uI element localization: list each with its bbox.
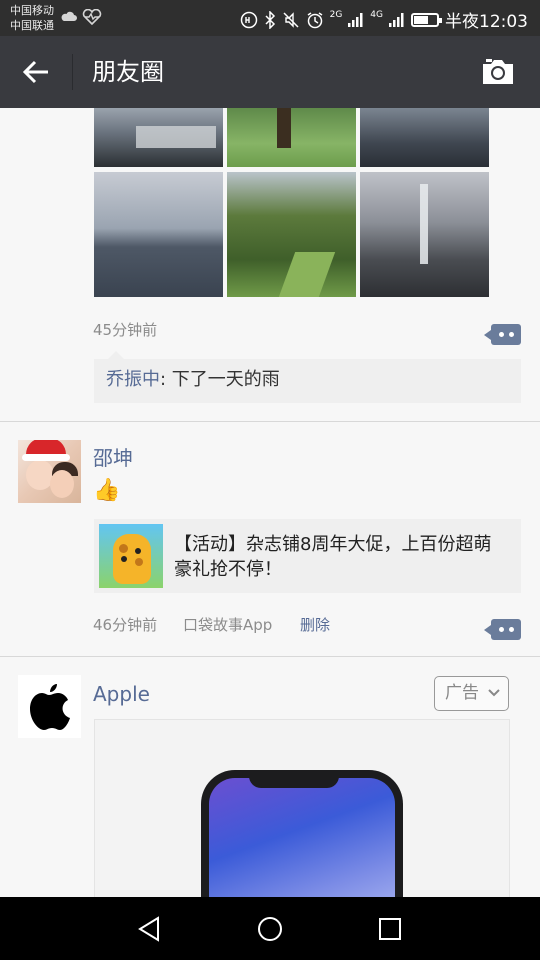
- post-photo[interactable]: [227, 172, 356, 297]
- post-photo[interactable]: [360, 108, 489, 167]
- comment-line[interactable]: 乔振中: 下了一天的雨: [106, 367, 280, 393]
- signal-icon: [348, 12, 363, 27]
- shared-link-title: 【活动】杂志铺8周年大促，上百份超萌豪礼抢不停！: [174, 534, 492, 580]
- post-divider: [0, 421, 540, 422]
- heartbeat-icon: [82, 9, 102, 25]
- signal-4g-label: 4G: [370, 9, 383, 20]
- mute-icon: [283, 11, 299, 28]
- android-nav-bar: [0, 897, 540, 960]
- signal-icon-2: [389, 12, 404, 27]
- status-left-icons: [60, 9, 102, 25]
- post-source[interactable]: 口袋故事App: [183, 614, 272, 635]
- home-circle-icon[interactable]: [254, 913, 286, 945]
- ad-label-dropdown[interactable]: 广告: [434, 676, 509, 711]
- carrier-1: 中国移动: [10, 4, 54, 17]
- post-photo[interactable]: [94, 108, 223, 167]
- back-triangle-icon[interactable]: [134, 913, 166, 945]
- comment-action-button[interactable]: [484, 619, 521, 640]
- post-photo[interactable]: [360, 172, 489, 297]
- ad-label: 广告: [445, 683, 479, 703]
- page-title: 朋友圈: [92, 58, 164, 86]
- comment-author[interactable]: 乔振中: [106, 369, 160, 390]
- post-time: 46分钟前: [93, 616, 158, 634]
- cloud-icon: [61, 11, 77, 21]
- comment-separator: :: [160, 369, 172, 390]
- signal-2g-label: 2G: [329, 9, 343, 20]
- post-time: 45分钟前: [93, 321, 158, 339]
- title-divider: [72, 54, 73, 90]
- post-photo[interactable]: [227, 108, 356, 167]
- recents-square-icon[interactable]: [374, 913, 406, 945]
- avatar[interactable]: [18, 440, 81, 503]
- title-bar: 朋友圈: [0, 36, 540, 108]
- avatar[interactable]: [18, 675, 81, 738]
- bluetooth-icon: [265, 10, 275, 29]
- carrier-info: 中国移动 中国联通: [10, 3, 54, 33]
- post-divider: [0, 656, 540, 657]
- moments-feed[interactable]: 45分钟前 乔振中: 下了一天的雨 邵坤 👍 【活动】杂志铺8周年大促，上百份超…: [0, 108, 540, 897]
- carrier-2: 中国联通: [10, 19, 54, 32]
- hd-call-icon: [240, 11, 257, 28]
- poster-name[interactable]: Apple: [93, 682, 150, 706]
- clock: 半夜12:03: [445, 12, 528, 32]
- shared-link-thumbnail: [99, 524, 163, 588]
- apple-logo-icon: [30, 684, 70, 730]
- back-arrow-icon[interactable]: [20, 56, 52, 88]
- comment-text: 下了一天的雨: [171, 369, 280, 390]
- camera-icon[interactable]: [480, 56, 516, 88]
- battery-fill: [414, 15, 429, 24]
- ad-media[interactable]: [94, 719, 510, 897]
- phone-image: [201, 770, 403, 897]
- chevron-down-icon: [488, 677, 500, 721]
- battery-icon: [411, 12, 442, 27]
- thumbs-up-icon: 👍: [93, 478, 121, 503]
- alarm-icon: [307, 11, 323, 28]
- status-bar: 中国移动 中国联通 2G 4G 半夜12:03: [0, 0, 540, 36]
- poster-name[interactable]: 邵坤: [93, 442, 133, 471]
- post-photo[interactable]: [94, 172, 223, 297]
- delete-button[interactable]: 删除: [300, 614, 330, 635]
- comment-box: 乔振中: 下了一天的雨: [94, 351, 521, 403]
- shared-link-card[interactable]: 【活动】杂志铺8周年大促，上百份超萌豪礼抢不停！: [94, 519, 521, 593]
- comment-action-button[interactable]: [484, 324, 521, 345]
- status-right: 2G 4G 半夜12:03: [240, 7, 528, 32]
